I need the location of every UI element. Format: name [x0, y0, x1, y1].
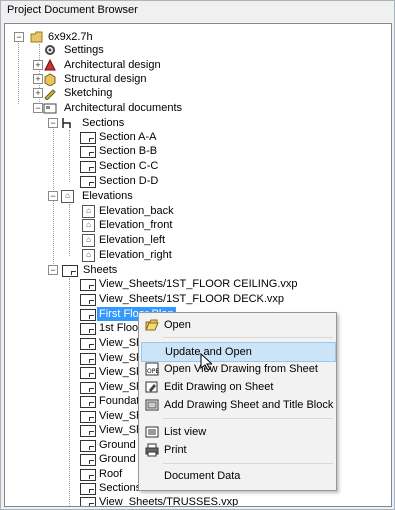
- expand-icon[interactable]: +: [33, 60, 43, 70]
- documents-icon: [43, 101, 57, 115]
- mouse-cursor-icon: [200, 352, 214, 371]
- open-folder-icon: [145, 318, 159, 332]
- elevation-icon: ⌂: [82, 249, 95, 262]
- sheet-icon: [80, 132, 96, 144]
- menu-item-open[interactable]: Open: [141, 316, 334, 334]
- folder-icon: [30, 30, 44, 44]
- elevation-icon: ⌂: [82, 219, 95, 232]
- menu-item-add-drawing-sheet[interactable]: Add Drawing Sheet and Title Block: [141, 396, 334, 414]
- sheet-icon: [80, 161, 96, 173]
- elevation-icon: ⌂: [61, 190, 74, 203]
- project-document-browser-window: Project Document Browser − 6x9x2.7h Sett…: [0, 0, 395, 510]
- list-view-icon: [145, 425, 159, 439]
- menu-item-list-view[interactable]: List view: [141, 423, 334, 441]
- expand-icon[interactable]: +: [33, 74, 43, 84]
- expand-icon[interactable]: +: [33, 88, 43, 98]
- printer-icon: [145, 443, 159, 457]
- tree-root-label: 6x9x2.7h: [48, 31, 93, 43]
- sheet-icon: [80, 382, 96, 394]
- edit-drawing-icon: [145, 380, 159, 394]
- sheet-icon: [80, 396, 96, 408]
- pencil-icon: [43, 86, 57, 101]
- sheet-icon: [80, 454, 96, 466]
- sheet-icon: [80, 309, 96, 321]
- sheet-icon: [80, 176, 96, 188]
- sheet-icon: [80, 294, 96, 306]
- menu-item-update-and-open[interactable]: Update and Open: [141, 342, 336, 362]
- svg-text:OPEN: OPEN: [147, 368, 159, 375]
- collapse-icon[interactable]: −: [48, 265, 58, 275]
- menu-item-open-view-drawing[interactable]: OPEN Open View Drawing from Sheet: [141, 360, 334, 378]
- structural-design-icon: [43, 72, 57, 87]
- sheet-icon: [80, 146, 96, 158]
- collapse-icon[interactable]: −: [48, 118, 58, 128]
- sheet-icon: [80, 411, 96, 423]
- sheet-icon: [62, 265, 78, 277]
- sheet-icon: [80, 338, 96, 350]
- sheet-icon: [80, 483, 96, 495]
- open-view-icon: OPEN: [145, 362, 164, 376]
- window-title: Project Document Browser: [7, 4, 138, 16]
- sheet-icon: [80, 497, 96, 506]
- sheet-icon: [80, 279, 96, 291]
- sheet-icon: [80, 323, 96, 335]
- context-menu: Open Update and Open OPEN Open View Draw…: [138, 312, 337, 491]
- menu-item-edit-drawing[interactable]: Edit Drawing on Sheet: [141, 378, 334, 396]
- sheet-icon: [80, 440, 96, 452]
- architectural-design-icon: [43, 58, 57, 72]
- menu-item-document-data[interactable]: Document Data: [141, 467, 334, 485]
- gear-icon: [43, 43, 57, 57]
- sheet-icon: [80, 353, 96, 365]
- elevation-icon: ⌂: [82, 205, 95, 218]
- menu-item-print[interactable]: Print: [141, 441, 334, 459]
- elevation-icon: ⌂: [82, 234, 95, 247]
- title-bar: Project Document Browser: [1, 1, 394, 21]
- collapse-icon[interactable]: −: [33, 103, 43, 113]
- sheet-icon: [80, 425, 96, 437]
- sheet-icon: [80, 469, 96, 481]
- section-icon: [60, 116, 74, 130]
- add-sheet-icon: [145, 398, 159, 412]
- sheet-icon: [80, 367, 96, 379]
- collapse-icon[interactable]: −: [14, 32, 24, 42]
- collapse-icon[interactable]: −: [48, 191, 58, 201]
